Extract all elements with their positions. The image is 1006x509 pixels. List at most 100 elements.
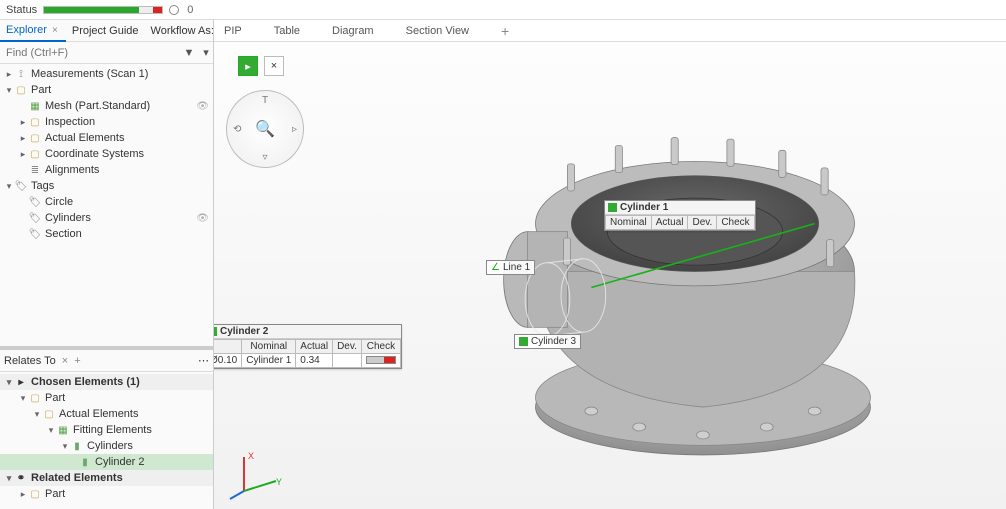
side-tabs: Explorer × Project Guide Workflow As: — [0, 20, 213, 42]
relates-fitting[interactable]: ▾▦Fitting Elements — [0, 422, 213, 438]
folder-icon: ▢ — [28, 147, 42, 161]
col-nominal: Nominal — [606, 216, 652, 230]
relates-tree: ▾▸Chosen Elements (1) ▾▢Part ▾▢Actual El… — [0, 372, 213, 509]
callout-cylinder-2[interactable]: Cylinder 2 Nominal Actual Dev. Check Ø0.… — [214, 324, 402, 369]
relates-panel: Relates To × + ⋯ ▾▸Chosen Elements (1) ▾… — [0, 349, 213, 509]
panel-menu-icon[interactable]: ⋯ — [198, 354, 209, 367]
tree-inspection[interactable]: ▸▢Inspection — [0, 114, 213, 130]
relates-cyl2[interactable]: ▮Cylinder 2 — [0, 454, 213, 470]
align-icon: ≣ — [28, 163, 42, 177]
tree-mesh[interactable]: ▦Mesh (Part.Standard)👁 — [0, 98, 213, 114]
relates-header: Relates To × + ⋯ — [0, 350, 213, 372]
label-text: Cylinder 3 — [531, 336, 576, 347]
callout-table: Nominal Actual Dev. Check Ø0.10 Cylinder… — [214, 339, 401, 368]
status-square-icon — [519, 337, 528, 346]
mesh-icon: ▦ — [28, 99, 42, 113]
label-cylinder-3[interactable]: Cylinder 3 — [514, 334, 581, 349]
visibility-icon[interactable]: 👁 — [196, 101, 209, 112]
relates-cyls[interactable]: ▾▮Cylinders — [0, 438, 213, 454]
tree-coord[interactable]: ▸▢Coordinate Systems — [0, 146, 213, 162]
add-view-tab[interactable]: + — [495, 23, 515, 39]
relates-chosen[interactable]: ▾▸Chosen Elements (1) — [0, 374, 213, 390]
nav-right-icon: ▹ — [292, 124, 297, 135]
explorer-tree: ▸⟟Measurements (Scan 1) ▾▢Part ▦Mesh (Pa… — [0, 64, 213, 346]
tree-cylinders[interactable]: 🏷Cylinders👁 — [0, 210, 213, 226]
close-icon[interactable]: × — [50, 25, 60, 36]
relates-related[interactable]: ▾⚭Related Elements — [0, 470, 213, 486]
cell-nominal: Cylinder 1 — [242, 354, 296, 368]
tree-part[interactable]: ▾▢Part — [0, 82, 213, 98]
tab-workflow[interactable]: Workflow As: — [145, 21, 220, 41]
cell-dev — [333, 354, 362, 368]
close-overlay-button[interactable]: × — [264, 56, 284, 76]
pin-icon[interactable]: × — [62, 355, 68, 367]
nav-wheel[interactable]: 🔍 T ▿ ▹ ⟲ — [226, 90, 304, 168]
col-actual: Actual — [296, 340, 333, 354]
tree-measurements[interactable]: ▸⟟Measurements (Scan 1) — [0, 66, 213, 82]
folder-icon: ▢ — [28, 131, 42, 145]
col-check: Check — [717, 216, 754, 230]
tab-explorer[interactable]: Explorer × — [0, 20, 66, 42]
relates-part[interactable]: ▾▢Part — [0, 390, 213, 406]
add-tab-icon[interactable]: + — [74, 355, 80, 367]
relates-title: Relates To — [4, 355, 56, 367]
tab-section-view[interactable]: Section View — [400, 21, 475, 41]
tag-icon: 🏷 — [28, 211, 42, 225]
relates-actual[interactable]: ▾▢Actual Elements — [0, 406, 213, 422]
col-dev: Dev. — [688, 216, 717, 230]
side-panel: Explorer × Project Guide Workflow As: ▼ … — [0, 20, 214, 509]
callout-cylinder-1[interactable]: Cylinder 1 Nominal Actual Dev. Check — [604, 200, 756, 231]
col-dev: Dev. — [333, 340, 362, 354]
tab-diagram[interactable]: Diagram — [326, 21, 380, 41]
tag-icon: 🏷 — [28, 195, 42, 209]
nav-text-icon: T — [262, 95, 268, 106]
tree-tags[interactable]: ▾🏷Tags — [0, 178, 213, 194]
tree-align[interactable]: ≣Alignments — [0, 162, 213, 178]
3d-viewport[interactable]: ▸ × 🔍 T ▿ ▹ ⟲ — [214, 42, 1006, 509]
tree-actual[interactable]: ▸▢Actual Elements — [0, 130, 213, 146]
callout-title: Cylinder 1 — [620, 202, 668, 213]
visibility-icon[interactable]: 👁 — [196, 213, 209, 224]
ruler-icon: ⟟ — [14, 67, 28, 81]
cell-symbol: Ø0.10 — [214, 354, 242, 368]
folder-icon: ▢ — [28, 487, 42, 501]
link-icon: ⚭ — [14, 471, 28, 485]
play-button[interactable]: ▸ — [238, 56, 258, 76]
find-input[interactable] — [0, 45, 179, 61]
col-actual: Actual — [651, 216, 688, 230]
status-progress — [43, 6, 163, 14]
find-row: ▼ ▾ — [0, 42, 213, 64]
tab-table[interactable]: Table — [268, 21, 306, 41]
cylinder-icon: ▮ — [78, 455, 92, 469]
status-warn-icon — [169, 5, 179, 15]
col-nominal: Nominal — [242, 340, 296, 354]
relates-part2[interactable]: ▸▢Part — [0, 486, 213, 502]
folder-icon: ▢ — [28, 391, 42, 405]
tag-icon: 🏷 — [28, 227, 42, 241]
check-indicator-icon — [366, 356, 396, 364]
filter-icon[interactable]: ▼ — [179, 47, 199, 59]
tree-circle[interactable]: 🏷Circle — [0, 194, 213, 210]
folder-icon: ▢ — [42, 407, 56, 421]
nav-rotate-icon: ⟲ — [233, 124, 241, 135]
status-bar: Status 0 — [0, 0, 1006, 20]
axis-x-label: X — [248, 451, 254, 461]
folder-icon: ▢ — [28, 115, 42, 129]
tag-icon: 🏷 — [14, 179, 28, 193]
tab-pip[interactable]: PIP — [218, 21, 248, 41]
tab-project-guide[interactable]: Project Guide — [66, 21, 145, 41]
filter-dropdown-icon[interactable]: ▾ — [199, 46, 213, 59]
status-count: 0 — [187, 4, 193, 16]
axis-y-label: Y — [276, 477, 282, 487]
app-root: Status 0 Explorer × Project Guide Workfl… — [0, 0, 1006, 509]
tree-section[interactable]: 🏷Section — [0, 226, 213, 242]
viewport-controls: ▸ × — [238, 56, 284, 76]
callout-table: Nominal Actual Dev. Check — [605, 215, 755, 230]
cell-check — [361, 354, 400, 368]
callout-title: Cylinder 2 — [220, 326, 268, 337]
label-line-1[interactable]: ∠Line 1 — [486, 260, 535, 275]
zoom-icon: 🔍 — [255, 119, 275, 139]
axes-gizmo[interactable]: X Y — [228, 451, 278, 501]
cell-actual: 0.34 — [296, 354, 333, 368]
model-render — [384, 42, 1006, 509]
